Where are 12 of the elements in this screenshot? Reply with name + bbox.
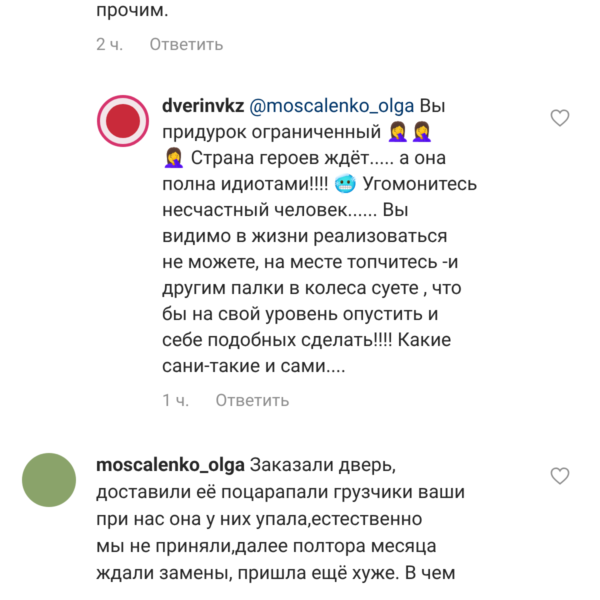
comment-text: moscalenko_olga Заказали дверь, доставили её поцарапали грузчики ваши при нас она у них упала,естественно мы не приняли,далее полтора месяца ждали замены, пришла ещё хуже. В чем bbox=[96, 452, 466, 586]
username-link[interactable]: dverinvkz bbox=[162, 94, 245, 116]
avatar[interactable] bbox=[22, 453, 76, 507]
username-link[interactable]: moscalenko_olga bbox=[96, 453, 246, 476]
avatar[interactable] bbox=[97, 94, 149, 146]
comment-text: dverinvkz @moscalenko_olga Вы придурок ограниченный 🤦‍♀🤦‍♀ 🤦‍♀ Страна героев ждёт..... а она полна идиотами!!!! 🥶 Угомонитесь несчастный человек...... Вы видимо в жизни реализоваться не можете, на месте топчитесь -и другим палки в колеса суете , что бы на свой уровень опустить и себе подобных сделать!!!! Какие сани-такие и сами.... bbox=[162, 92, 478, 378]
heart-icon[interactable] bbox=[550, 108, 570, 126]
heart-icon[interactable] bbox=[550, 467, 570, 485]
comment-time: 1 ч. bbox=[162, 390, 190, 412]
comment-text: прочим. bbox=[96, 0, 170, 23]
mention-link[interactable]: @moscalenko_olga bbox=[249, 94, 415, 116]
comment-time: 2 ч. bbox=[96, 34, 124, 57]
